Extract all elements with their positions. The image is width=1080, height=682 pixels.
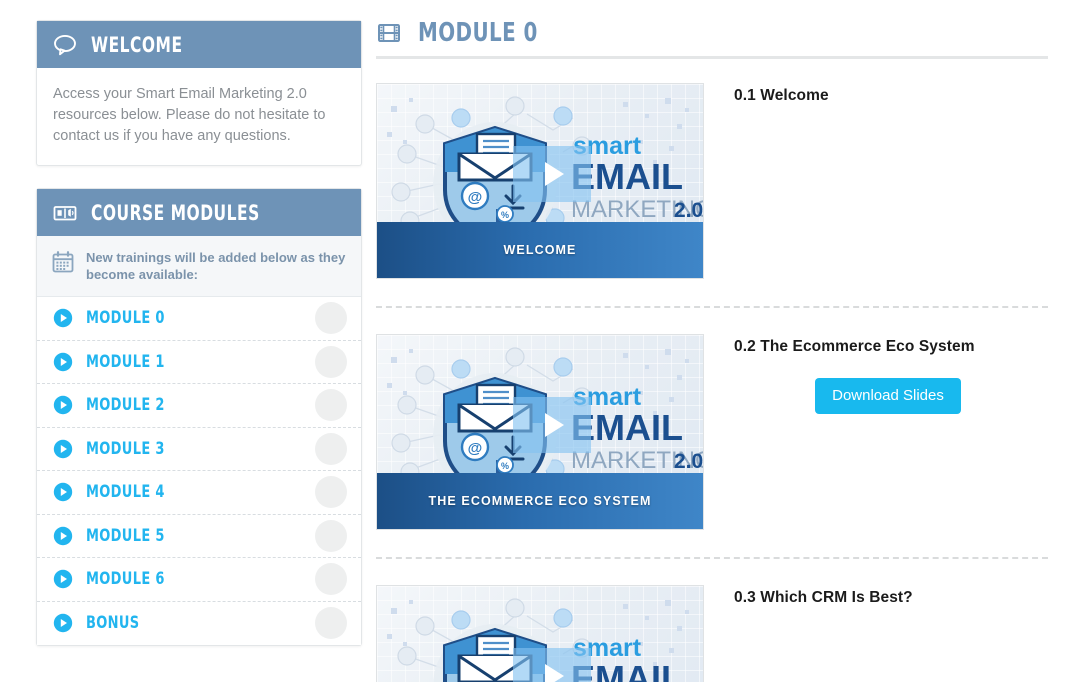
speech-bubble-icon — [52, 32, 78, 58]
lesson-list: @ % smart EMAIL MARKETING 2.0 WELCOME 0.1… — [376, 83, 1048, 682]
lesson-item: @ % smart EMAIL MARKETING 2.0 WELCOME 0.1… — [376, 83, 1048, 279]
module-completion-indicator[interactable] — [315, 607, 347, 640]
module-header: MODULE 0 — [376, 18, 1048, 59]
play-circle-icon — [53, 526, 73, 546]
module-list-item[interactable]: MODULE 5 — [37, 514, 361, 558]
video-thumbnail[interactable]: @ % smart EMAIL MARKETING 2.0 — [376, 585, 704, 682]
module-list-item-label: MODULE 1 — [86, 351, 165, 372]
main-content: MODULE 0 @ % smart EMAIL MARKETING 2.0 W… — [362, 0, 1080, 682]
video-thumbnail[interactable]: @ % smart EMAIL MARKETING 2.0 THE ECOMME… — [376, 334, 704, 530]
module-list-item[interactable]: BONUS — [37, 601, 361, 645]
module-list-item[interactable]: MODULE 1 — [37, 340, 361, 384]
lesson-divider — [376, 557, 1048, 559]
module-completion-indicator[interactable] — [315, 519, 347, 552]
module-completion-indicator[interactable] — [315, 345, 347, 378]
play-button-overlay[interactable] — [513, 397, 591, 453]
course-modules-panel-title: COURSE MODULES — [91, 200, 260, 225]
module-completion-indicator[interactable] — [315, 389, 347, 422]
module-list-item-label: MODULE 4 — [86, 482, 165, 503]
svg-text:%: % — [501, 461, 509, 471]
play-button-overlay[interactable] — [513, 648, 591, 682]
svg-text:2.0: 2.0 — [674, 199, 703, 222]
lesson-title: 0.1 Welcome — [734, 87, 829, 104]
module-list-item[interactable]: MODULE 2 — [37, 384, 361, 428]
module-completion-indicator[interactable] — [315, 476, 347, 509]
sidebar: WELCOME Access your Smart Email Marketin… — [0, 0, 362, 682]
module-list-item[interactable]: MODULE 4 — [37, 471, 361, 515]
page-title: MODULE 0 — [418, 18, 538, 48]
video-thumbnail-caption: THE ECOMMERCE ECO SYSTEM — [377, 473, 703, 529]
module-list-item-label: MODULE 2 — [86, 395, 165, 416]
play-triangle-icon — [545, 162, 564, 186]
lesson-divider — [376, 306, 1048, 308]
course-dashboard: WELCOME Access your Smart Email Marketin… — [0, 0, 1080, 682]
play-circle-icon — [53, 613, 73, 633]
video-thumbnail-caption: WELCOME — [377, 222, 703, 278]
lesson-title: 0.3 Which CRM Is Best? — [734, 589, 913, 606]
video-thumbnail-caption-text: WELCOME — [503, 243, 577, 257]
play-circle-icon — [53, 308, 73, 328]
welcome-panel: WELCOME Access your Smart Email Marketin… — [36, 20, 362, 166]
module-completion-indicator[interactable] — [315, 432, 347, 465]
welcome-panel-body: Access your Smart Email Marketing 2.0 re… — [37, 68, 361, 165]
film-strip-icon — [376, 20, 402, 46]
video-thumbnail-caption-text: THE ECOMMERCE ECO SYSTEM — [428, 494, 652, 508]
lesson-info: 0.1 Welcome — [734, 83, 1048, 105]
svg-text:@: @ — [468, 440, 483, 457]
module-completion-indicator[interactable] — [315, 302, 347, 335]
module-list-item[interactable]: MODULE 6 — [37, 558, 361, 602]
play-circle-icon — [53, 439, 73, 459]
calendar-icon — [51, 250, 75, 274]
play-triangle-icon — [545, 413, 564, 437]
play-circle-icon — [53, 352, 73, 372]
svg-text:%: % — [501, 210, 509, 220]
megaphone-book-icon — [52, 200, 78, 226]
lesson-item: @ % smart EMAIL MARKETING 2.0 THE ECOMME… — [376, 334, 1048, 530]
svg-text:@: @ — [468, 189, 483, 206]
lesson-item: @ % smart EMAIL MARKETING 2.0 0.3 Which … — [376, 585, 1048, 682]
module-list-item-label: BONUS — [86, 613, 140, 634]
play-button-overlay[interactable] — [513, 146, 591, 202]
download-button-wrapper: Download Slides — [734, 378, 1048, 414]
video-thumbnail[interactable]: @ % smart EMAIL MARKETING 2.0 WELCOME — [376, 83, 704, 279]
module-list-item-label: MODULE 3 — [86, 438, 165, 459]
module-list-item-label: MODULE 6 — [86, 569, 165, 590]
module-list-item-label: MODULE 0 — [86, 308, 165, 329]
play-circle-icon — [53, 482, 73, 502]
module-completion-indicator[interactable] — [315, 563, 347, 596]
welcome-panel-header: WELCOME — [37, 21, 361, 68]
course-modules-panel: COURSE MODULES New trainings will be add… — [36, 188, 362, 646]
module-list-item[interactable]: MODULE 3 — [37, 427, 361, 471]
play-triangle-icon — [545, 664, 564, 682]
svg-text:2.0: 2.0 — [674, 450, 703, 473]
lesson-info: 0.2 The Ecommerce Eco System Download Sli… — [734, 334, 1048, 414]
download-slides-button[interactable]: Download Slides — [815, 378, 961, 414]
course-modules-panel-header: COURSE MODULES — [37, 189, 361, 236]
play-circle-icon — [53, 569, 73, 589]
video-thumbnail-artwork: @ % smart EMAIL MARKETING 2.0 — [377, 586, 703, 682]
welcome-panel-title: WELCOME — [91, 32, 183, 57]
welcome-text: Access your Smart Email Marketing 2.0 re… — [53, 86, 326, 144]
play-circle-icon — [53, 395, 73, 415]
lesson-info: 0.3 Which CRM Is Best? — [734, 585, 1048, 607]
module-list-item-label: MODULE 5 — [86, 525, 165, 546]
module-list: MODULE 0 MODULE 1 MODULE 2 MODULE 3 MODULE 4… — [37, 297, 361, 645]
module-list-item[interactable]: MODULE 0 — [37, 297, 361, 341]
new-trainings-notice-text: New trainings will be added below as the… — [86, 250, 346, 282]
lesson-title: 0.2 The Ecommerce Eco System — [734, 338, 975, 355]
new-trainings-notice: New trainings will be added below as the… — [37, 236, 361, 297]
